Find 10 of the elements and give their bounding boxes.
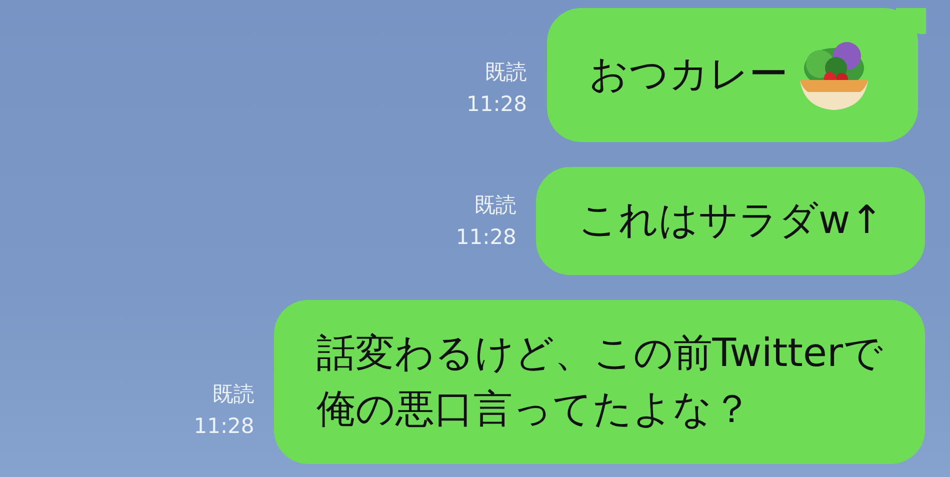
message-text: 俺の悪口言ってたよな？: [316, 386, 752, 434]
read-receipt: 既読: [485, 59, 527, 86]
read-receipt: 既読: [212, 381, 254, 408]
message-text: おつカレー: [589, 51, 788, 99]
read-receipt: 既読: [474, 192, 516, 219]
message-text: これはサラダw↑: [578, 197, 883, 245]
message-time: 11:28: [456, 224, 516, 251]
message-time: 11:28: [466, 91, 527, 118]
message-text: 話変わるけど、この前Twitterで: [316, 330, 883, 378]
message-time: 11:28: [194, 413, 254, 440]
